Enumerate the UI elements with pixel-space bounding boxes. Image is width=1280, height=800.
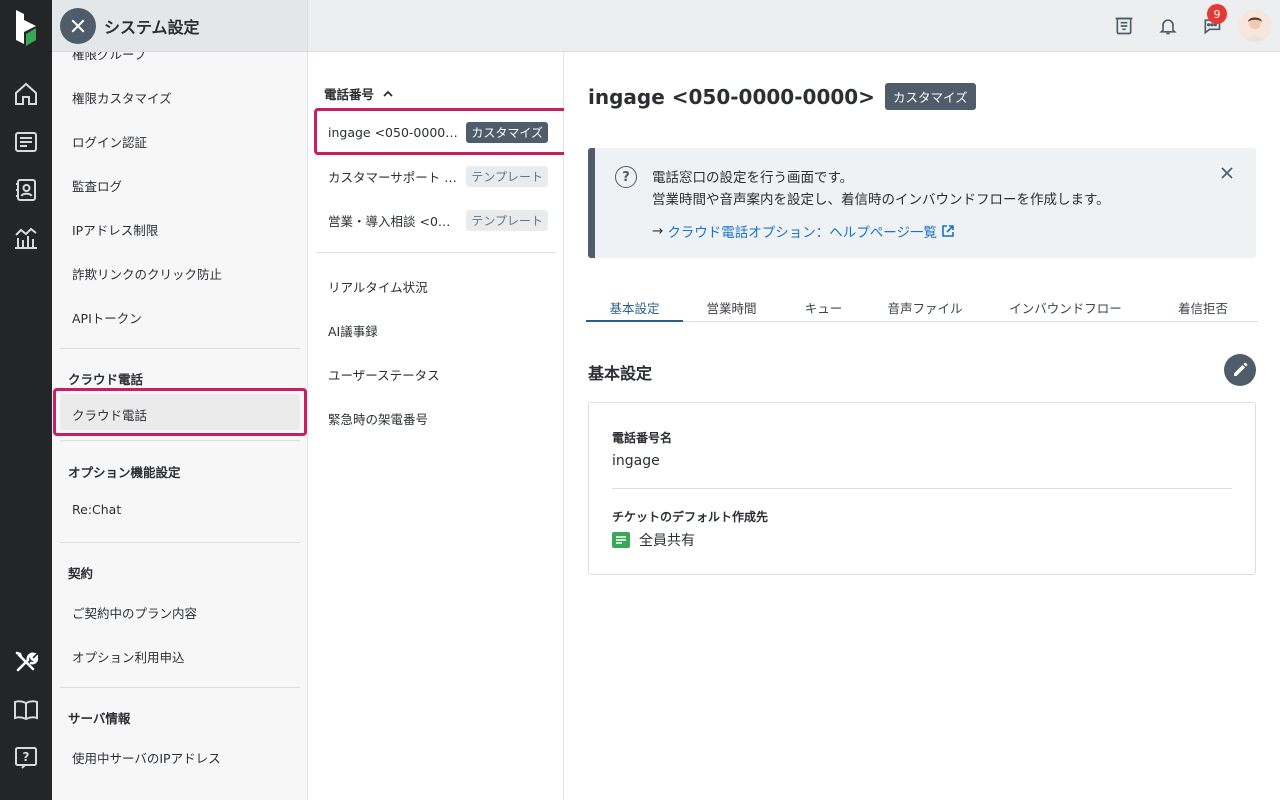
book-icon[interactable] <box>12 696 40 724</box>
link-user-status[interactable]: ユーザーステータス <box>328 365 440 384</box>
number-title: ingage <050-0000-0000> カスタマイズ <box>588 83 976 110</box>
info-banner: ? 電話窓口の設定を行う画面です。 営業時間や音声案内を設定し、着信時のインバウ… <box>588 148 1256 258</box>
home-icon[interactable] <box>12 80 40 108</box>
divider <box>316 252 556 253</box>
inbox-icon[interactable] <box>1112 14 1136 38</box>
question-icon: ? <box>615 166 637 188</box>
settings-tools-icon <box>60 7 96 44</box>
app-rail: ? <box>0 0 52 800</box>
avatar[interactable] <box>1239 10 1271 42</box>
ticket-icon[interactable] <box>12 128 40 156</box>
pencil-icon <box>1234 362 1248 376</box>
link-emergency-number[interactable]: 緊急時の架電番号 <box>328 409 428 428</box>
info-line-1: 電話窓口の設定を行う画面です。 <box>652 170 854 186</box>
menu-item-audit-log[interactable]: 監査ログ <box>72 176 122 195</box>
phone-number-item[interactable]: 営業・導入相談 <050-… テンプレート <box>316 202 556 238</box>
field-value-number-name: ingage <box>612 453 660 469</box>
link-realtime-status[interactable]: リアルタイム状況 <box>328 277 428 296</box>
menu-item-api-token[interactable]: APIトークン <box>72 308 142 327</box>
field-label-default-destination: チケットのデフォルト作成先 <box>612 510 769 524</box>
section-options: オプション機能設定 <box>68 465 181 480</box>
tab-bar: 基本設定 営業時間 キュー 音声ファイル インバウンドフロー 着信拒否 <box>586 292 1258 322</box>
phone-number-name: カスタマーサポート <… <box>328 169 458 185</box>
top-header: システム設定 <box>52 0 1280 52</box>
menu-item-plan[interactable]: ご契約中のプラン内容 <box>72 603 197 622</box>
menu-item-ip-restriction[interactable]: IPアドレス制限 <box>72 220 158 239</box>
number-title-text: ingage <050-0000-0000> <box>588 84 875 109</box>
logo-icon[interactable] <box>12 8 40 46</box>
page-title: システム設定 <box>104 17 200 37</box>
external-link-icon <box>942 225 954 237</box>
divider <box>60 542 300 543</box>
basic-settings-card: 電話番号名 ingage チケットのデフォルト作成先 全員共有 <box>588 402 1256 575</box>
destination-text: 全員共有 <box>639 533 695 549</box>
svg-text:?: ? <box>23 750 30 764</box>
active-tab-indicator <box>586 320 683 322</box>
tab-business-hours[interactable]: 営業時間 <box>683 298 780 317</box>
app-title-area: システム設定 <box>52 0 308 51</box>
tab-basic[interactable]: 基本設定 <box>586 298 683 317</box>
main-content: ingage <050-0000-0000> カスタマイズ ? 電話窓口の設定を… <box>564 52 1280 800</box>
contacts-icon[interactable] <box>12 176 40 204</box>
divider <box>60 348 300 349</box>
highlight-cloud-phone <box>53 388 307 436</box>
title-tag-customize: カスタマイズ <box>884 83 976 110</box>
phone-number-name: 営業・導入相談 <050-… <box>328 213 458 229</box>
ticket-box-icon <box>612 532 630 548</box>
menu-item-server-ip[interactable]: 使用中サーバのIPアドレス <box>72 748 221 767</box>
info-line-2: 営業時間や音声案内を設定し、着信時のインバウンドフローを作成します。 <box>652 192 1110 208</box>
tab-audio-files[interactable]: 音声ファイル <box>867 298 983 317</box>
menu-item-login-auth[interactable]: ログイン認証 <box>72 132 147 151</box>
divider <box>60 440 300 441</box>
arrow-right-icon: → <box>652 223 664 239</box>
notification-badge: 9 <box>1207 4 1227 24</box>
help-icon[interactable]: ? <box>12 744 40 772</box>
phone-list-title: 電話番号 <box>324 87 375 102</box>
divider <box>60 687 300 688</box>
close-icon[interactable] <box>1218 164 1236 182</box>
tab-queue[interactable]: キュー <box>780 298 867 317</box>
help-link-text: クラウド電話オプション：ヘルプページ一覧 <box>667 225 938 241</box>
link-ai-minutes[interactable]: AI議事録 <box>328 321 378 340</box>
section-contract: 契約 <box>68 566 94 581</box>
edit-button[interactable] <box>1224 354 1256 386</box>
help-page-link[interactable]: → クラウド電話オプション：ヘルプページ一覧 <box>652 221 955 241</box>
menu-item-option-apply[interactable]: オプション利用申込 <box>72 647 185 666</box>
divider <box>612 488 1232 489</box>
menu-item-rechat[interactable]: Re:Chat <box>72 502 121 517</box>
section-server: サーバ情報 <box>68 711 131 726</box>
tab-inbound-flow[interactable]: インバウンドフロー <box>983 298 1148 317</box>
field-value-default-destination: 全員共有 <box>612 530 695 550</box>
tools-icon[interactable] <box>12 648 40 676</box>
field-label-number-name: 電話番号名 <box>612 431 673 445</box>
tag-template: テンプレート <box>466 165 548 187</box>
phone-list-header[interactable]: 電話番号 <box>324 84 394 103</box>
phone-list-panel: 電話番号 ingage <050-0000-00… カスタマイズ カスタマーサポ… <box>308 52 564 800</box>
highlight-selected-number <box>314 108 568 155</box>
tab-block-calls[interactable]: 着信拒否 <box>1148 298 1258 317</box>
phone-number-item[interactable]: カスタマーサポート <… テンプレート <box>316 158 556 194</box>
bell-icon[interactable] <box>1156 14 1180 38</box>
tag-template: テンプレート <box>466 209 548 231</box>
section-title: 基本設定 <box>588 364 653 383</box>
menu-item-permission-customize[interactable]: 権限カスタマイズ <box>72 88 172 107</box>
chevron-up-icon <box>383 90 393 97</box>
section-cloud-phone: クラウド電話 <box>68 372 144 387</box>
menu-item-phishing-protection[interactable]: 詐欺リンクのクリック防止 <box>72 264 222 283</box>
menu-item-permission-group[interactable]: 権限グループ <box>72 52 146 63</box>
report-icon[interactable] <box>12 224 40 252</box>
